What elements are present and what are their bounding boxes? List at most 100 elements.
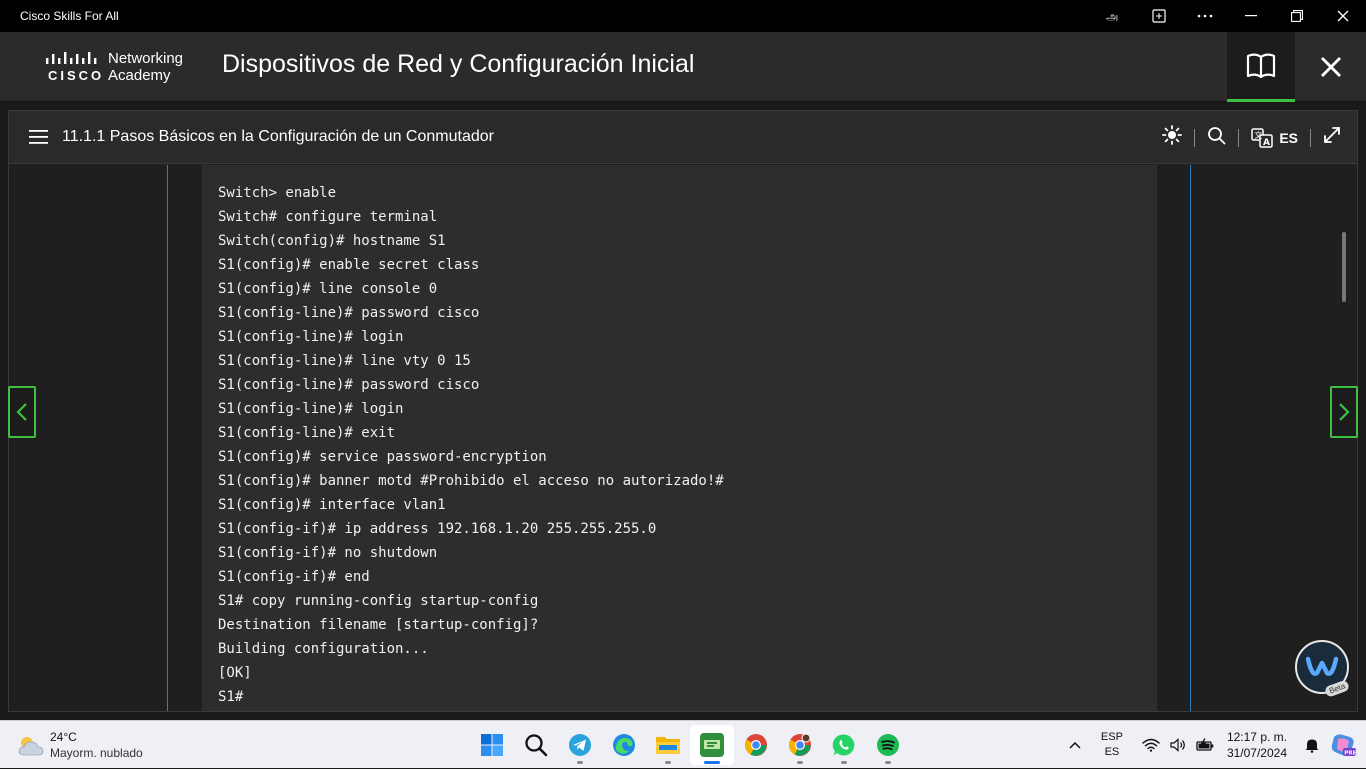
next-page-button[interactable] [1330, 386, 1358, 438]
code-line: S1(config-if)# no shutdown [218, 545, 438, 561]
running-indicator [885, 761, 891, 764]
chrome-app[interactable] [734, 725, 778, 765]
svg-text:PRE: PRE [1344, 751, 1356, 757]
chevron-left-icon [16, 403, 27, 421]
code-line: S1(config)# banner motd #Prohibido el ac… [218, 473, 724, 489]
code-line: S1(config-line)# password cisco [218, 377, 480, 393]
copilot-icon: PRE [1331, 734, 1356, 757]
edge-icon [613, 734, 635, 756]
weather-condition: Mayorm. nublado [50, 746, 143, 760]
minimize-icon[interactable] [1228, 0, 1274, 32]
code-line: Switch> enable [218, 185, 337, 201]
notification-bell-icon [1305, 739, 1319, 753]
windows-icon [481, 734, 503, 756]
restore-icon[interactable] [1274, 0, 1320, 32]
volume-status[interactable] [1170, 738, 1186, 752]
file-explorer-app[interactable] [646, 725, 690, 765]
code-line: S1(config-if)# end [218, 569, 370, 585]
edge-app[interactable] [602, 725, 646, 765]
toolbar-divider [1310, 128, 1311, 147]
running-indicator [577, 761, 583, 764]
chevron-right-icon [1339, 403, 1350, 421]
spotify-icon [877, 734, 899, 756]
scrollbar-thumb[interactable] [1342, 232, 1346, 302]
content-guide-right [1190, 165, 1191, 711]
code-line: Destination filename [startup-config]? [218, 617, 539, 633]
language-selector[interactable]: 文 A ES [1251, 127, 1298, 148]
assistant-button[interactable]: Beta [1295, 640, 1351, 698]
hamburger-menu-button[interactable] [29, 128, 49, 151]
assistant-logo-icon [1306, 656, 1338, 676]
content-area: Switch> enable Switch# configure termina… [9, 165, 1357, 711]
cast-icon[interactable] [1136, 0, 1182, 32]
cisco-networking-academy-logo[interactable]: CISCO Networking Academy [44, 50, 194, 86]
chrome-profile-app[interactable] [778, 725, 822, 765]
code-line: S1(config-line)# exit [218, 425, 396, 441]
page-title: 11.1.1 Pasos Básicos en la Configuración… [62, 128, 494, 145]
chevron-up-icon [1069, 741, 1081, 749]
start-button[interactable] [470, 725, 514, 765]
content-toolbar: 11.1.1 Pasos Básicos en la Configuración… [9, 111, 1357, 164]
app-header: CISCO Networking Academy Dispositivos de… [0, 32, 1366, 102]
code-line: [OK] [218, 665, 252, 681]
window-close-icon[interactable] [1320, 0, 1366, 32]
whatsapp-app[interactable] [822, 725, 866, 765]
code-line: S1# copy running-config startup-config [218, 593, 539, 609]
window-titlebar: Cisco Skills For All அ [0, 0, 1366, 32]
svg-text:文: 文 [1255, 130, 1263, 140]
taskbar-clock[interactable]: 12:17 p. m. 31/07/2024 [1227, 729, 1287, 761]
code-line: S1(config-line)# login [218, 401, 404, 417]
copilot-button[interactable]: PRE [1330, 733, 1356, 757]
running-indicator [797, 761, 803, 764]
input-language-top: ESP [1100, 731, 1123, 743]
more-options-icon[interactable] [1182, 0, 1228, 32]
search-button[interactable] [1207, 126, 1226, 150]
toolbar-divider [1194, 128, 1196, 147]
skills-for-all-app[interactable] [690, 725, 734, 765]
logo-line-1: Networking [108, 50, 184, 67]
code-line: S1(config)# service password-encryption [218, 449, 547, 465]
code-line: S1(config)# line console 0 [218, 281, 438, 297]
book-icon [1246, 53, 1276, 78]
wifi-icon [1142, 738, 1160, 752]
input-language-indicator[interactable]: ESP ES [1101, 730, 1123, 760]
code-line: S1# [218, 689, 244, 705]
notifications-button[interactable] [1304, 737, 1320, 753]
translate-icon[interactable]: அ [1090, 0, 1136, 32]
sun-icon [1162, 125, 1183, 145]
clock-date: 31/07/2024 [1226, 746, 1287, 760]
theme-toggle-button[interactable] [1162, 125, 1183, 150]
system-tray: ESP ES 12:17 p. m. 31/07/2024 PRE [1063, 721, 1366, 769]
course-title: Dispositivos de Red y Configuración Inic… [222, 50, 695, 78]
language-code: ES [1279, 129, 1298, 146]
telegram-icon [569, 734, 591, 756]
cloudy-weather-icon [18, 737, 44, 756]
active-indicator [704, 761, 720, 764]
battery-status[interactable] [1196, 738, 1214, 752]
code-line: Building configuration... [218, 641, 429, 657]
spotify-app[interactable] [866, 725, 910, 765]
taskbar-search-button[interactable] [514, 725, 558, 765]
menu-icon [29, 130, 48, 144]
previous-page-button[interactable] [8, 386, 36, 438]
close-icon [1321, 57, 1341, 77]
course-outline-button[interactable] [1227, 32, 1295, 102]
fullscreen-button[interactable] [1323, 126, 1341, 149]
speaker-icon [1170, 738, 1185, 752]
logo-brand: CISCO [48, 68, 105, 83]
code-block: Switch> enable Switch# configure termina… [202, 165, 1157, 711]
language-translate-icon: 文 A [1251, 127, 1274, 148]
telegram-app[interactable] [558, 725, 602, 765]
close-course-button[interactable] [1296, 32, 1366, 102]
code-line: S1(config-line)# line vty 0 15 [218, 353, 471, 369]
show-hidden-icons-button[interactable] [1068, 740, 1082, 750]
weather-widget[interactable]: 24°C Mayorm. nublado [16, 729, 176, 761]
search-icon [1208, 126, 1226, 144]
code-line: S1(config)# enable secret class [218, 257, 480, 273]
code-line: S1(config-line)# login [218, 329, 404, 345]
wifi-status[interactable] [1142, 738, 1160, 752]
svg-text:அ: அ [1106, 10, 1118, 23]
expand-icon [1324, 127, 1340, 143]
input-language-bottom: ES [1104, 746, 1120, 758]
svg-text:A: A [1263, 138, 1270, 148]
